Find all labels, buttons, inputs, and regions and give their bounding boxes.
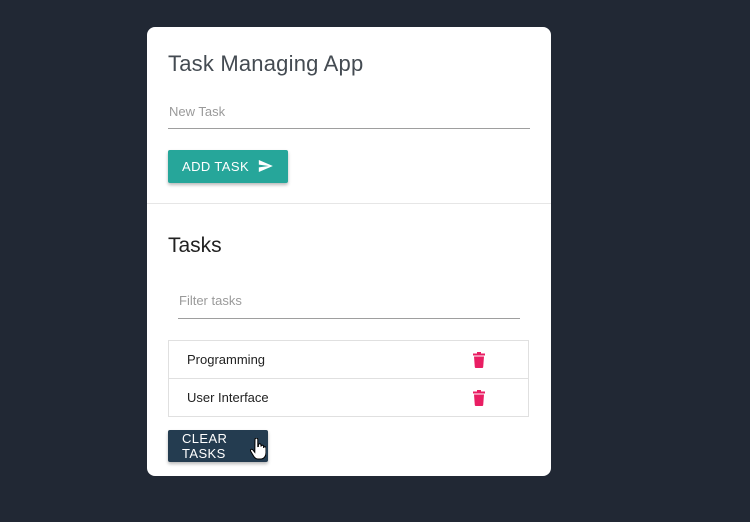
section-divider: [147, 203, 551, 204]
send-icon: [257, 158, 274, 177]
new-task-input[interactable]: [168, 101, 530, 121]
add-task-label: ADD TASK: [182, 159, 250, 174]
task-card: Task Managing App ADD TASK Tasks Program…: [147, 27, 551, 476]
task-label: User Interface: [187, 390, 269, 405]
list-item: Programming: [169, 341, 528, 379]
app-title: Task Managing App: [168, 51, 364, 76]
tasks-heading: Tasks: [168, 234, 222, 257]
trash-icon[interactable]: [473, 352, 485, 373]
trash-icon[interactable]: [473, 390, 485, 411]
task-list: Programming User Interface: [168, 340, 529, 417]
add-task-button[interactable]: ADD TASK: [168, 150, 288, 183]
filter-tasks-input[interactable]: [178, 290, 520, 310]
list-item: User Interface: [169, 379, 528, 416]
task-label: Programming: [187, 352, 266, 367]
hand-cursor-icon: [250, 437, 267, 465]
filter-underline: [178, 318, 520, 319]
new-task-underline: [168, 128, 530, 129]
